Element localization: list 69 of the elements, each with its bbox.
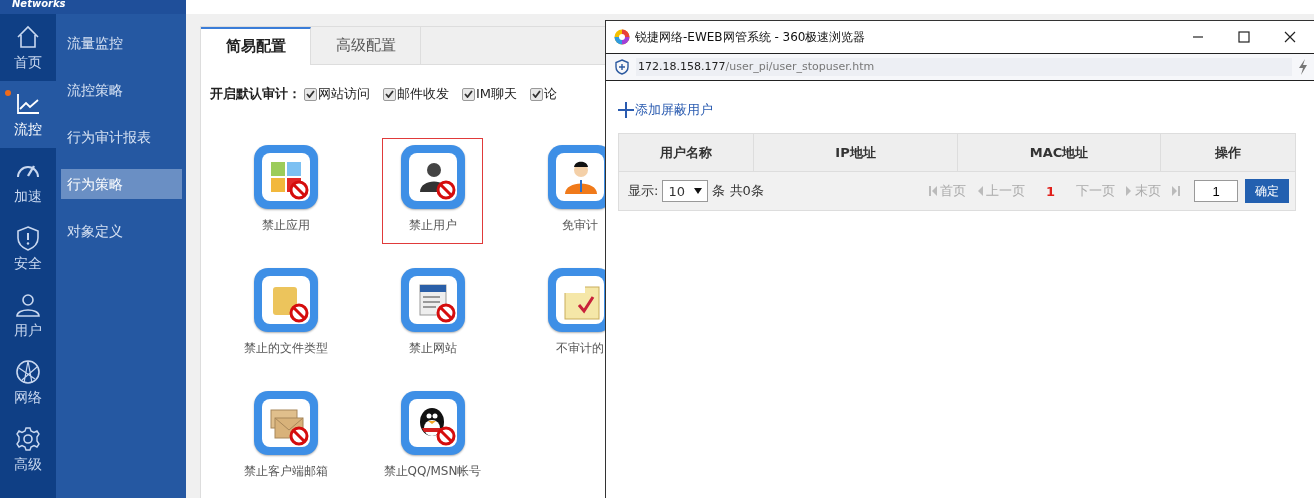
tab[interactable]: 简易配置 [201, 27, 311, 65]
close-icon [1284, 31, 1296, 43]
lightning-icon [1298, 59, 1308, 75]
confirm-button[interactable]: 确定 [1245, 179, 1289, 203]
rail-nav-item[interactable]: 流控 [0, 81, 56, 148]
web-page-icon [408, 276, 457, 324]
checkbox[interactable] [462, 87, 475, 101]
column-header: 操作 [1214, 144, 1242, 162]
right-arrow-icon [1126, 185, 1132, 197]
rail-nav-item[interactable]: 网络 [0, 349, 56, 416]
check-icon [306, 90, 315, 98]
checkbox-label: 邮件收发 [397, 85, 449, 103]
globe-icon [15, 358, 41, 385]
home-icon [15, 23, 41, 50]
plus-icon [618, 102, 634, 118]
address-field[interactable]: 172.18.158.177/user_pi/user_stopuser.htm [636, 58, 1292, 76]
colorful-logo-icon [614, 29, 630, 45]
caret-icon [694, 188, 703, 194]
subnav-item[interactable]: 流控策略 [61, 75, 182, 105]
page-number-field[interactable]: 1 [1194, 180, 1238, 202]
penguin-icon [408, 399, 457, 447]
subnav-item[interactable]: 行为审计报表 [61, 122, 182, 152]
last-page-icon [1172, 185, 1180, 197]
url-path: /user_pi/user_stopuser.htm [725, 60, 875, 73]
audit-label: 开启默认审计： [210, 85, 301, 103]
policy-item[interactable]: 禁止应用 [235, 138, 336, 244]
policy-item[interactable]: 禁止用户 [382, 138, 483, 244]
page-size-select[interactable]: 10 [662, 180, 709, 202]
checkbox[interactable] [383, 87, 396, 101]
url-host: 172.18.158.177 [638, 60, 726, 73]
app-tiles-icon [261, 153, 310, 201]
check-icon [532, 90, 542, 98]
logo-text: Networks [0, 0, 186, 14]
rail-nav-item[interactable]: 安全 [0, 215, 56, 282]
policy-item[interactable]: 禁止网站 [382, 261, 483, 367]
rail-nav-item[interactable]: 用户 [0, 282, 56, 349]
window-title: 锐捷网络-EWEB网管系统 - 360极速浏览器 [635, 28, 866, 46]
shield-icon [15, 224, 41, 251]
check-icon [464, 90, 473, 98]
policy-item[interactable]: 禁止QQ/MSN帐号 [382, 384, 483, 490]
checkbox[interactable] [530, 87, 544, 101]
check-icon [385, 90, 394, 98]
policy-item[interactable]: 禁止的文件类型 [235, 261, 336, 367]
record-count: 条 共0条 [712, 182, 764, 200]
envelope-icon [261, 399, 310, 447]
rail-nav-item[interactable]: 高级 [0, 416, 56, 483]
subnav-item[interactable]: 对象定义 [61, 216, 182, 246]
page-size-label: 显示: [628, 182, 659, 200]
policy-item[interactable]: 免审计 [529, 138, 605, 244]
user-icon [15, 291, 41, 318]
checkbox-label: IM聊天 [476, 85, 518, 103]
checkbox-label: 网站访问 [318, 85, 370, 103]
add-user-link[interactable]: 添加屏蔽用户 [618, 101, 713, 119]
maximize-icon [1238, 31, 1250, 43]
checkbox[interactable] [304, 87, 317, 101]
policy-item[interactable]: 不审计的 [529, 261, 605, 367]
current-page[interactable]: 1 [1045, 183, 1055, 199]
settings-icon [15, 425, 41, 452]
folder-icon [261, 276, 310, 324]
subnav-item[interactable]: 流量监控 [61, 28, 182, 58]
shield-icon [614, 59, 630, 75]
rail-nav-item[interactable]: 加速 [0, 148, 56, 215]
left-arrow-icon [976, 185, 983, 197]
user-silhouette-icon [408, 153, 457, 201]
checkbox-label: 论 [544, 85, 558, 103]
policy-item[interactable]: 禁止客户端邮箱 [235, 384, 336, 490]
tab[interactable]: 高级配置 [311, 27, 421, 65]
first-page-icon [928, 185, 937, 197]
rail-nav-item[interactable]: 首页 [0, 14, 56, 81]
